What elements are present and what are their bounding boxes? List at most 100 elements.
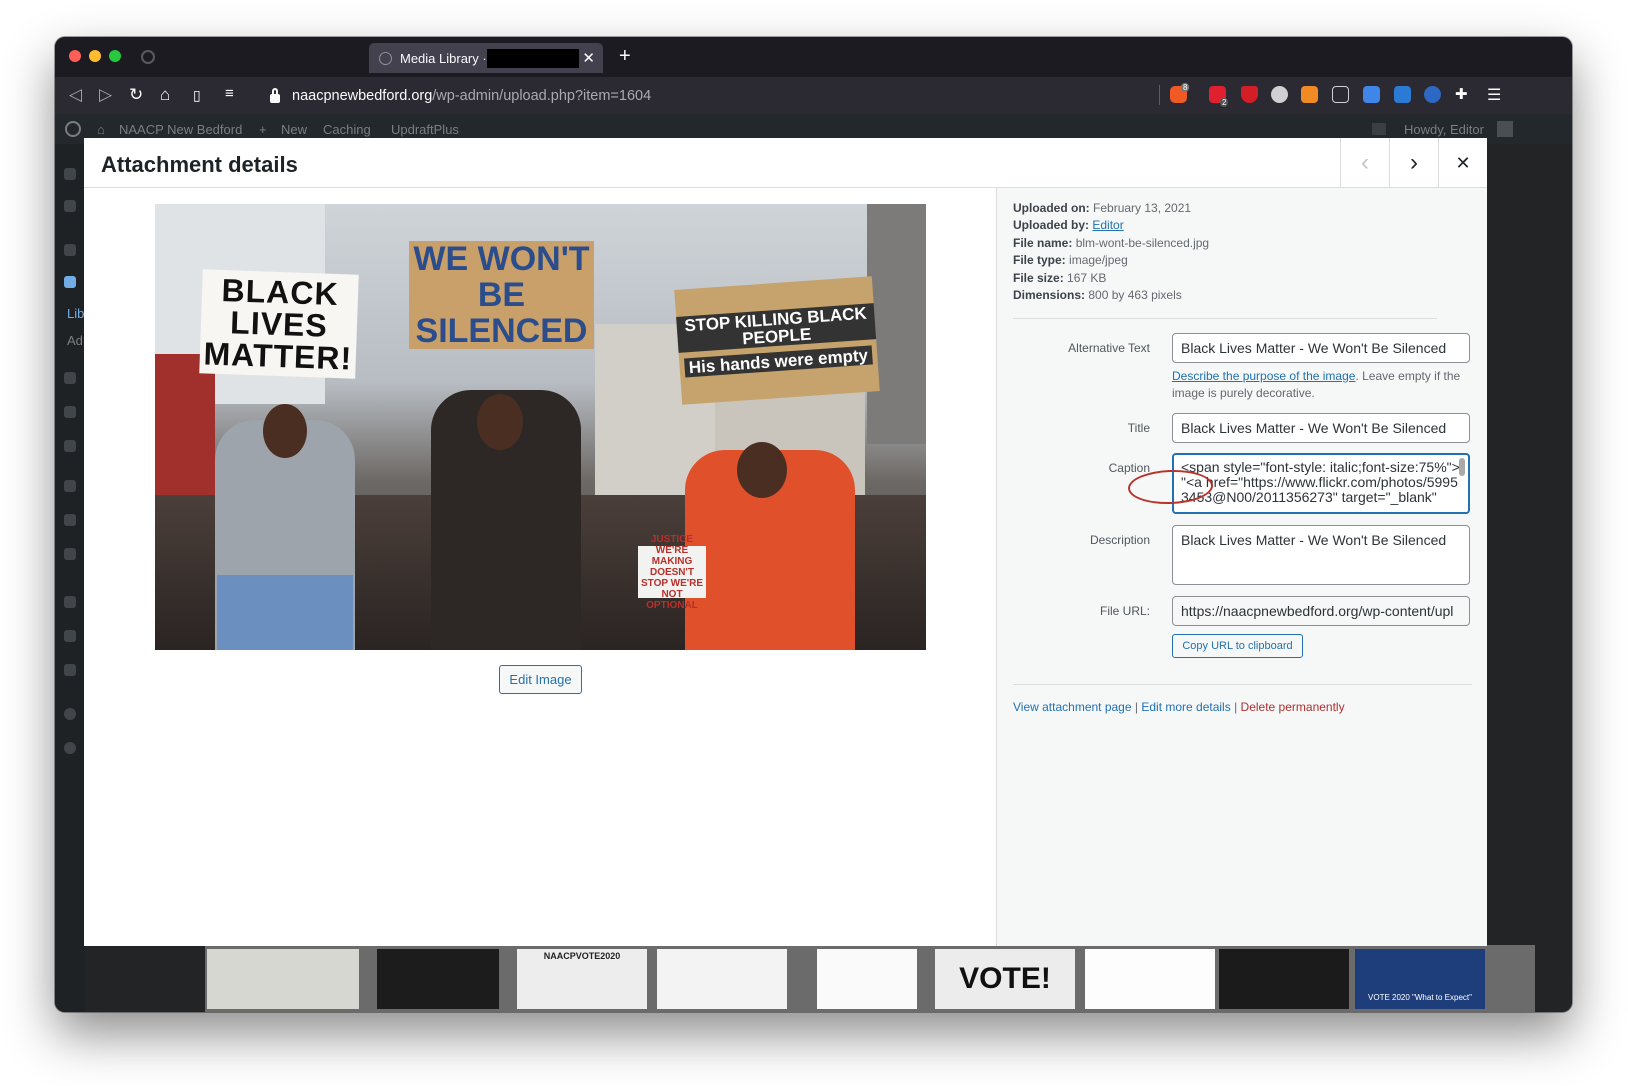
copy-url-button[interactable]: Copy URL to clipboard	[1172, 634, 1303, 658]
caption-label: Caption	[1108, 461, 1150, 475]
edit-more-details-link[interactable]: Edit more details	[1141, 700, 1230, 714]
file-size-row: File size: 167 KB	[1013, 270, 1209, 287]
media-thumbnail[interactable]	[817, 949, 917, 1009]
view-attachment-page-link[interactable]: View attachment page	[1013, 700, 1132, 714]
minimize-window-button[interactable]	[89, 50, 101, 62]
previous-attachment-button[interactable]: ‹	[1340, 138, 1389, 188]
jetpack-icon[interactable]	[64, 200, 76, 212]
plus-icon: +	[259, 122, 267, 137]
attachment-image: BLACK LIVES MATTER! WE WON'T BE SILENCED…	[155, 204, 926, 650]
browser-window: Media Library · ✕ + ◁ ▷ ↻ ⌂ ▯ ≡ naacpnew…	[55, 37, 1572, 1012]
modal-title: Attachment details	[101, 152, 298, 177]
dashboard-icon[interactable]	[64, 168, 76, 180]
site-name-link[interactable]: NAACP New Bedford	[119, 122, 242, 137]
home-icon[interactable]: ⌂	[160, 85, 170, 105]
sidebar-item-library[interactable]: Lib	[67, 306, 84, 321]
ghostery-icon[interactable]	[1271, 86, 1288, 103]
media-thumbnail[interactable]	[377, 949, 499, 1009]
title-input[interactable]: Black Lives Matter - We Won't Be Silence…	[1172, 413, 1470, 443]
next-attachment-button[interactable]: ›	[1389, 138, 1438, 188]
file-details: Uploaded on: February 13, 2021 Uploaded …	[1013, 200, 1209, 304]
gallery-icon[interactable]	[64, 548, 76, 560]
url-bar[interactable]: naacpnewbedford.org /wp-admin/upload.php…	[262, 81, 1192, 110]
tab-bar: Media Library · ✕ +	[55, 37, 1572, 77]
sign-text: WE WON'T BE SILENCED	[413, 240, 590, 350]
comment-icon[interactable]	[1372, 123, 1386, 135]
ublock-icon[interactable]	[1241, 86, 1258, 103]
file-size-value: 167 KB	[1067, 270, 1107, 285]
tab-title: Media Library ·	[400, 50, 487, 66]
new-tab-icon[interactable]: +	[619, 45, 631, 68]
rss-icon[interactable]	[1301, 86, 1318, 103]
settings-icon[interactable]	[64, 664, 76, 676]
url-divider	[1159, 85, 1160, 105]
media-thumbnail-expect[interactable]: VOTE 2020 "What to Expect"	[1355, 949, 1485, 1009]
pinned-tab-icon[interactable]	[141, 50, 155, 64]
plugin-extra-icon[interactable]	[64, 708, 76, 720]
howdy-link[interactable]: Howdy, Editor	[1404, 122, 1484, 137]
updraftplus-link[interactable]: UpdraftPlus	[391, 122, 459, 137]
bookmark-icon[interactable]: ▯	[193, 87, 201, 104]
close-window-button[interactable]	[69, 50, 81, 62]
nav-bar: ◁ ▷ ↻ ⌂ ▯ ≡ naacpnewbedford.org /wp-admi…	[55, 77, 1572, 114]
sidebar-item-add[interactable]: Ad	[67, 333, 83, 348]
separator: |	[1134, 700, 1138, 714]
chevron-left-icon: ‹	[1361, 149, 1369, 176]
file-type-row: File type: image/jpeg	[1013, 252, 1209, 269]
collapse-menu-icon[interactable]	[64, 742, 76, 754]
media-thumbnail[interactable]	[1085, 949, 1215, 1009]
home-icon: ⌂	[97, 122, 105, 137]
menu-icon[interactable]: ☰	[1487, 85, 1501, 105]
edit-image-button[interactable]: Edit Image	[499, 665, 582, 694]
caption-scrollbar[interactable]	[1459, 458, 1465, 476]
alt-text-help: Describe the purpose of the image. Leave…	[1172, 368, 1472, 402]
delete-permanently-link[interactable]: Delete permanently	[1241, 700, 1345, 714]
description-textarea[interactable]: Black Lives Matter - We Won't Be Silence…	[1172, 525, 1470, 585]
wordpress-logo-icon[interactable]	[65, 121, 81, 137]
alt-text-input[interactable]: Black Lives Matter - We Won't Be Silence…	[1172, 333, 1470, 363]
tab-media-library[interactable]: Media Library · ✕	[369, 43, 603, 73]
reader-icon[interactable]	[1332, 86, 1349, 103]
sign-text: BLACK LIVES MATTER!	[203, 271, 353, 377]
media-thumbnail[interactable]	[207, 949, 359, 1009]
tools-icon[interactable]	[64, 630, 76, 642]
file-type-label: File type:	[1013, 253, 1066, 268]
photo-building	[867, 204, 926, 444]
caption-textarea[interactable]: <span style="font-style: italic;font-siz…	[1172, 453, 1470, 514]
media-thumbnail[interactable]	[657, 949, 787, 1009]
file-url-input[interactable]: https://naacpnewbedford.org/wp-content/u…	[1172, 596, 1470, 626]
plugins-icon[interactable]	[64, 514, 76, 526]
lock-icon	[270, 87, 280, 103]
maximize-window-button[interactable]	[109, 50, 121, 62]
avatar[interactable]	[1497, 121, 1513, 137]
close-icon: ✕	[1455, 152, 1471, 173]
describe-purpose-link[interactable]: Describe the purpose of the image	[1172, 369, 1355, 383]
back-icon[interactable]: ◁	[69, 85, 82, 105]
puzzle-icon[interactable]: ✚	[1455, 85, 1468, 103]
thumbnail-caption: NAACPVOTE2020	[543, 951, 621, 961]
tab-close-icon[interactable]: ✕	[582, 49, 595, 67]
appearance-icon[interactable]	[64, 480, 76, 492]
media-thumbnail[interactable]	[1219, 949, 1349, 1009]
translate-extension-icon[interactable]	[1394, 86, 1411, 103]
caption-text: <span style="font-style: italic;font-siz…	[1181, 459, 1460, 505]
circle-extension-icon[interactable]	[1424, 86, 1441, 103]
file-name-value: blm-wont-be-silenced.jpg	[1075, 235, 1210, 250]
events-icon[interactable]	[64, 440, 76, 452]
url-host: naacpnewbedford.org	[292, 87, 433, 104]
reader-list-icon[interactable]: ≡	[225, 85, 234, 102]
forms-icon[interactable]	[64, 406, 76, 418]
media-thumbnail-vote[interactable]: VOTE!	[935, 949, 1075, 1009]
new-link[interactable]: New	[281, 122, 307, 137]
media-icon[interactable]	[64, 276, 76, 288]
caching-link[interactable]: Caching	[323, 122, 371, 137]
close-modal-button[interactable]: ✕	[1438, 138, 1487, 188]
forward-icon[interactable]: ▷	[99, 85, 112, 105]
doc-extension-icon[interactable]	[1363, 86, 1380, 103]
users-icon[interactable]	[64, 596, 76, 608]
reload-icon[interactable]: ↻	[129, 85, 143, 105]
posts-icon[interactable]	[64, 244, 76, 256]
pages-icon[interactable]	[64, 372, 76, 384]
uploaded-by-link[interactable]: Editor	[1092, 218, 1123, 232]
media-thumbnail-naacpvote[interactable]: NAACPVOTE2020	[517, 949, 647, 1009]
